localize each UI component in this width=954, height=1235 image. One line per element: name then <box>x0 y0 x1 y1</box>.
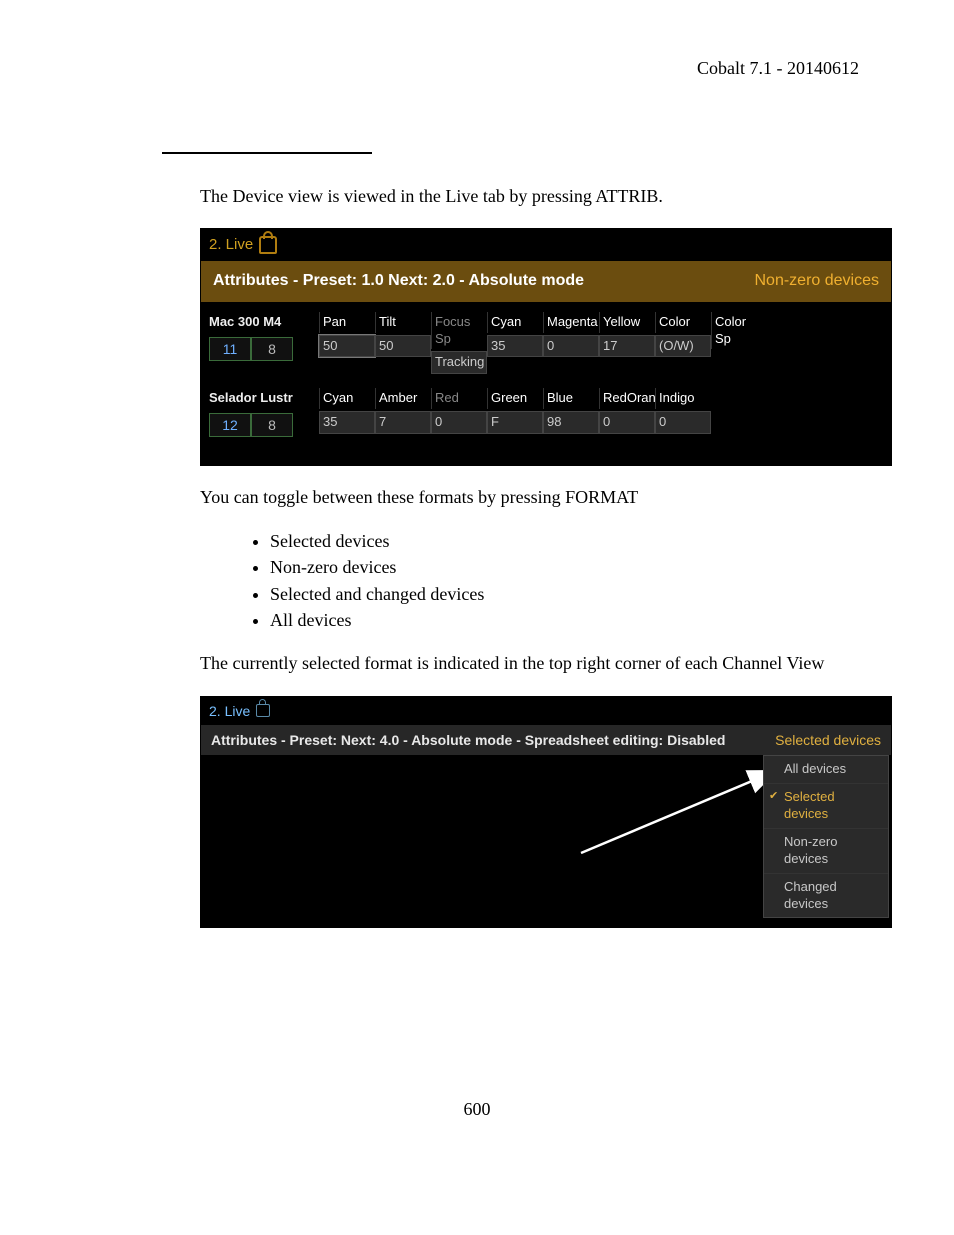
live-tab-header[interactable]: 2. Live <box>201 697 891 725</box>
menu-item-changed-devices[interactable]: Changed devices <box>764 874 888 918</box>
status-right-format: Non-zero devices <box>755 271 880 292</box>
attr-value[interactable]: 98 <box>543 411 599 434</box>
format-options-list: Selected devices Non-zero devices Select… <box>200 530 900 633</box>
paragraph-intro: The Device view is viewed in the Live ta… <box>200 185 900 208</box>
device-intensity[interactable]: 8 <box>251 413 293 437</box>
attr-value[interactable]: F <box>487 411 543 434</box>
attr-value[interactable]: 7 <box>375 411 431 434</box>
attr-header: Tilt <box>375 312 431 333</box>
paragraph-toggle: You can toggle between these formats by … <box>200 486 900 509</box>
attributes-status-bar: Attributes - Preset: Next: 4.0 - Absolut… <box>201 725 891 755</box>
paragraph-format-indicator: The currently selected format is indicat… <box>200 652 900 675</box>
attr-header: RedOran <box>599 388 655 409</box>
document-header: Cobalt 7.1 - 20140612 <box>697 58 859 79</box>
attr-header: Red <box>431 388 487 409</box>
attr-header: Magenta <box>543 312 599 333</box>
device-intensity[interactable]: 8 <box>251 337 293 361</box>
attr-header: Pan <box>319 312 375 333</box>
list-item: All devices <box>270 609 900 632</box>
list-item: Non-zero devices <box>270 556 900 579</box>
status-right-format: Selected devices <box>775 731 881 749</box>
attr-header: Focus Sp <box>431 312 487 350</box>
attr-header: Cyan <box>487 312 543 333</box>
tab-label: 2. Live <box>209 235 253 255</box>
list-item: Selected devices <box>270 530 900 553</box>
attr-value[interactable]: 17 <box>599 335 655 358</box>
device-row: Selador Lustr 12 8 Cyan35 Amber7 Red0 Gr… <box>209 388 883 437</box>
annotation-arrow-icon <box>571 763 791 863</box>
device-name: Mac 300 M4 <box>209 312 309 331</box>
tab-label: 2. Live <box>209 702 250 720</box>
page-number: 600 <box>0 1099 954 1120</box>
horizontal-rule <box>162 152 372 154</box>
attr-value[interactable]: (O/W) <box>655 335 711 358</box>
attr-header: Blue <box>543 388 599 409</box>
screenshot-device-view: 2. Live Attributes - Preset: 1.0 Next: 2… <box>200 228 892 466</box>
menu-item-non-zero-devices[interactable]: Non-zero devices <box>764 829 888 874</box>
format-dropdown-menu[interactable]: All devices Selected devices Non-zero de… <box>763 755 889 918</box>
attr-value[interactable]: 0 <box>543 335 599 358</box>
device-name: Selador Lustr <box>209 388 309 407</box>
attr-header: Color <box>655 312 711 333</box>
device-channel[interactable]: 11 <box>209 337 251 361</box>
device-row: Mac 300 M4 11 8 Pan50 Tilt50 Focus SpTra… <box>209 312 883 375</box>
live-tab-header[interactable]: 2. Live <box>201 229 891 261</box>
attr-value[interactable]: Tracking <box>431 351 487 374</box>
screenshot-format-menu: 2. Live Attributes - Preset: Next: 4.0 -… <box>200 696 892 928</box>
attributes-status-bar: Attributes - Preset: 1.0 Next: 2.0 - Abs… <box>201 261 891 302</box>
list-item: Selected and changed devices <box>270 583 900 606</box>
attr-value[interactable]: 0 <box>431 411 487 434</box>
view-body: All devices Selected devices Non-zero de… <box>201 755 891 915</box>
attr-value[interactable]: 35 <box>487 335 543 358</box>
status-left: Attributes - Preset: 1.0 Next: 2.0 - Abs… <box>213 271 584 292</box>
attr-header: Indigo <box>655 388 711 409</box>
attr-header: Cyan <box>319 388 375 409</box>
attr-value[interactable]: 0 <box>599 411 655 434</box>
lock-icon <box>259 236 277 254</box>
lock-icon <box>256 704 270 717</box>
device-grid: Mac 300 M4 11 8 Pan50 Tilt50 Focus SpTra… <box>201 302 891 466</box>
device-channel[interactable]: 12 <box>209 413 251 437</box>
attr-value[interactable]: 50 <box>375 335 431 358</box>
menu-item-selected-devices[interactable]: Selected devices <box>764 784 888 829</box>
status-left: Attributes - Preset: Next: 4.0 - Absolut… <box>211 731 725 749</box>
attr-header: Green <box>487 388 543 409</box>
menu-item-all-devices[interactable]: All devices <box>764 756 888 784</box>
attr-header: Amber <box>375 388 431 409</box>
attr-value[interactable]: 0 <box>655 411 711 434</box>
attr-value[interactable]: 50 <box>319 335 375 358</box>
attr-header: Color Sp <box>711 312 767 350</box>
attr-header: Yellow <box>599 312 655 333</box>
attr-value[interactable]: 35 <box>319 411 375 434</box>
